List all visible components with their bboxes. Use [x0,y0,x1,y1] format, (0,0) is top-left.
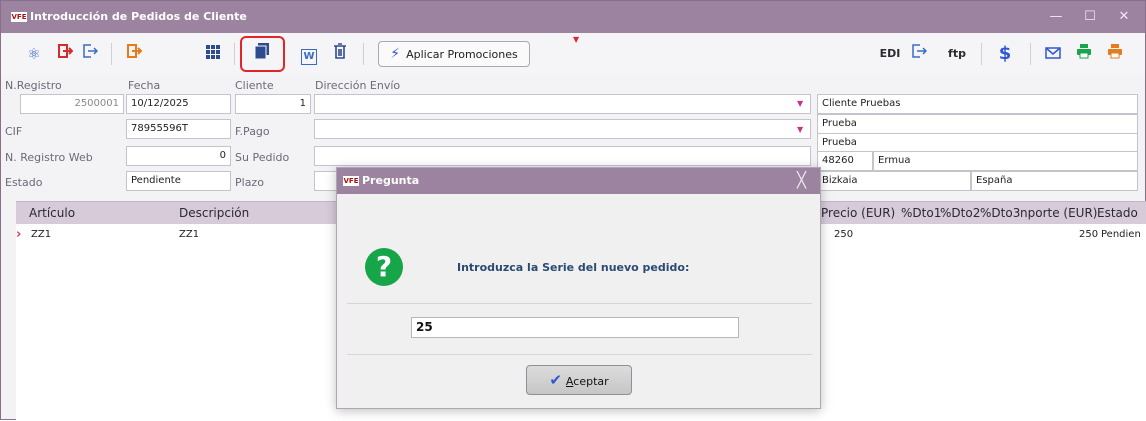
cif-label: CIF [5,125,23,138]
dialog-divider [347,303,812,304]
cif-field[interactable]: 78955596T [126,119,231,139]
ftp-button[interactable]: ftp [944,41,970,67]
fecha-label: Fecha [128,79,161,92]
fecha-field[interactable]: 10/12/2025 [126,94,231,114]
su-pedido-label: Su Pedido [235,151,290,164]
toolbar-separator [363,43,364,65]
registro-web-field[interactable]: 0 [126,146,231,166]
accept-button[interactable]: ✔ Aceptar [526,365,632,395]
address-country[interactable]: España [971,171,1138,191]
copy-icon[interactable] [249,41,275,67]
fpago-label: F.Pago [235,125,270,138]
address-cp[interactable]: 48260 [817,151,873,171]
toolbar-separator [1030,43,1031,65]
plazo-label: Plazo [235,176,264,189]
word-label: W [301,49,317,65]
n-registro-label: N.Registro [5,79,62,92]
export-icon[interactable] [77,41,103,67]
exit-red-icon[interactable] [52,41,78,67]
app-logo: VFE [11,12,27,22]
lightning-icon: ⚡ [390,46,401,62]
fpago-select[interactable] [314,119,811,139]
dialog-title-bar: VFE Pregunta ╳ [337,168,820,194]
word-icon[interactable]: W [296,41,322,67]
col-dto3[interactable]: %Dto3 [980,206,1020,220]
dollar-icon[interactable]: $ [992,41,1018,67]
print-orange-icon[interactable] [1102,41,1128,67]
toolbar: ⚛ W ⚡ Aplicar Promociones ▼ EDI ftp $ [1,33,1145,75]
export-icon[interactable] [906,41,932,67]
col-descripcion[interactable]: Descripción [179,206,249,220]
toolbar-separator [234,43,235,65]
print-icon[interactable] [1071,41,1097,67]
toolbar-separator [111,43,112,65]
toolbar-separator [981,43,982,65]
estado-field[interactable]: Pendiente [126,171,231,191]
accept-label: ceptar [573,375,609,388]
registro-web-label: N. Registro Web [5,151,93,164]
dropdown-marker-icon: ▼ [573,35,580,44]
exit-orange-icon[interactable] [121,41,147,67]
check-icon: ✔ [549,371,562,389]
col-importe[interactable]: nporte (EUR) [1020,206,1097,220]
col-articulo[interactable]: Artículo [29,206,75,220]
title-bar: VFE Introducción de Pedidos de Cliente —… [1,1,1145,33]
apply-promotions-label: Aplicar Promociones [406,48,518,61]
atom-icon[interactable]: ⚛ [21,41,47,67]
edi-button[interactable]: EDI [877,41,903,67]
minimize-button[interactable]: — [1044,7,1068,27]
main-window: VFE Introducción de Pedidos de Cliente —… [0,0,1146,421]
cell-descripcion[interactable]: ZZ1 [179,229,199,240]
serie-input[interactable]: 25 [411,317,739,338]
grid-icon[interactable] [200,41,226,67]
trash-icon[interactable] [327,41,353,67]
dialog-question: Introduzca la Serie del nuevo pedido: [457,261,690,274]
col-dto1[interactable]: %Dto1 [901,206,941,220]
cliente-label: Cliente [235,79,274,92]
col-dto2[interactable]: %Dto2 [940,206,980,220]
question-dialog: VFE Pregunta ╳ ? Introduzca la Serie del… [336,167,821,409]
estado-label: Estado [5,176,43,189]
apply-promotions-button[interactable]: ⚡ Aplicar Promociones [378,41,530,67]
address-line2[interactable]: Prueba [817,133,1138,153]
chevron-down-icon[interactable]: ▼ [797,125,803,134]
dialog-close-button[interactable]: ╳ [797,171,806,189]
direccion-envio-select[interactable] [314,94,811,114]
n-registro-field[interactable]: 2500001 [20,94,124,114]
cell-precio[interactable]: 250 [834,229,853,240]
question-icon: ? [365,248,403,286]
dialog-divider [347,354,812,355]
address-line1[interactable]: Prueba [817,114,1138,134]
cliente-field[interactable]: 1 [235,94,311,114]
current-row-marker: › [16,227,22,242]
dialog-title: Pregunta [362,174,420,187]
mail-icon[interactable] [1040,41,1066,67]
address-province[interactable]: Bizkaia [817,171,971,191]
address-city[interactable]: Ermua [873,151,1138,171]
address-name[interactable]: Cliente Pruebas [817,94,1138,114]
col-precio[interactable]: Precio (EUR) [821,206,895,220]
cell-articulo[interactable]: ZZ1 [31,229,51,240]
direccion-envio-label: Dirección Envío [315,79,401,92]
cell-importe[interactable]: 250 [1079,229,1098,240]
chevron-down-icon[interactable]: ▼ [797,99,803,108]
window-title: Introducción de Pedidos de Cliente [30,10,247,23]
col-estado[interactable]: Estado [1097,206,1138,220]
dialog-logo: VFE [343,176,359,186]
close-button[interactable]: ✕ [1112,7,1136,27]
su-pedido-field[interactable] [314,146,811,166]
maximize-button[interactable]: ☐ [1078,7,1102,27]
cell-estado[interactable]: Pendien [1101,229,1141,240]
